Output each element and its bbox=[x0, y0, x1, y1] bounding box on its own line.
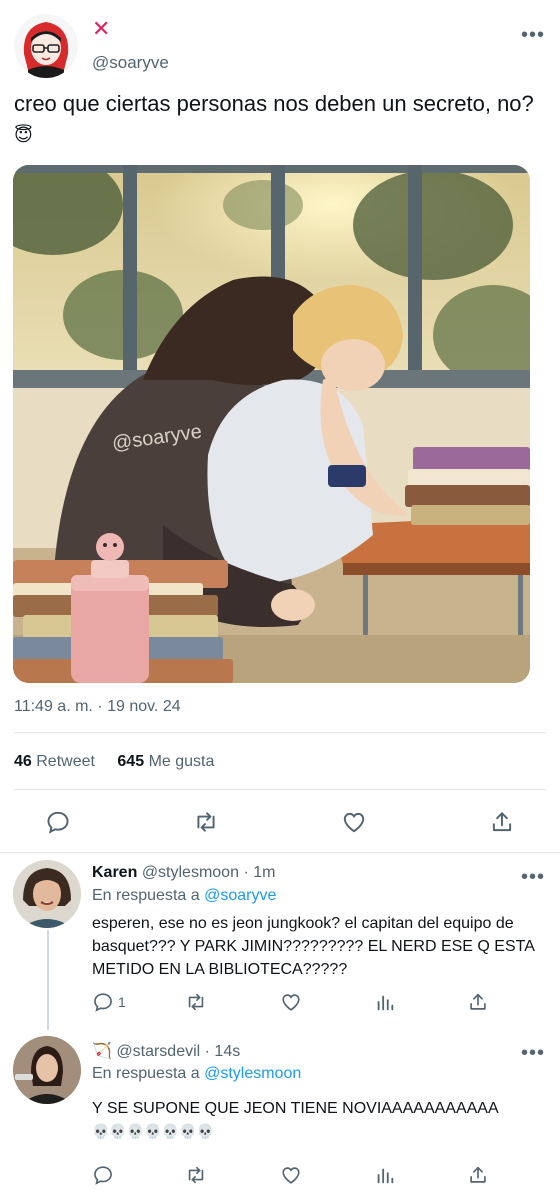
like-label: Me gusta bbox=[148, 753, 215, 770]
reply-to-handle[interactable]: @soaryve bbox=[204, 887, 276, 904]
reply-text: esperen, ese no es jeon jungkook? el cap… bbox=[92, 915, 535, 978]
reply-display-name[interactable]: Karen bbox=[92, 864, 137, 881]
like-stat[interactable]: 645 Me gusta bbox=[117, 753, 214, 770]
like-count: 645 bbox=[117, 753, 145, 770]
author-handle[interactable]: @soaryve bbox=[92, 53, 169, 73]
retweet-icon[interactable] bbox=[184, 991, 208, 1013]
reply-avatar[interactable] bbox=[13, 860, 81, 928]
skull-emoji-row: 💀💀💀💀💀💀💀 bbox=[92, 1123, 215, 1139]
reply-count: 1 bbox=[118, 994, 126, 1010]
analytics-icon[interactable] bbox=[374, 991, 396, 1013]
reply-prefix: En respuesta a bbox=[92, 1065, 200, 1082]
tweet-stats: 46 Retweet 645 Me gusta bbox=[14, 753, 232, 771]
more-options-icon[interactable]: ••• bbox=[521, 25, 545, 45]
author-avatar[interactable] bbox=[14, 14, 78, 78]
share-icon[interactable] bbox=[467, 1164, 489, 1186]
close-mark-icon: ✕ bbox=[92, 16, 111, 41]
retweet-count: 46 bbox=[14, 753, 32, 770]
retweet-label: Retweet bbox=[36, 753, 95, 770]
reply-handle[interactable]: @stylesmoon bbox=[142, 864, 239, 881]
reply-text: Y SE SUPONE QUE JEON TIENE NOVIAAAAAAAAA… bbox=[92, 1097, 547, 1143]
reply-to-handle[interactable]: @stylesmoon bbox=[204, 1065, 301, 1082]
reply-time[interactable]: · 14s bbox=[205, 1043, 241, 1060]
thread-line bbox=[47, 930, 49, 1030]
share-icon[interactable] bbox=[486, 806, 518, 838]
tweet-body: creo que ciertas personas nos deben un s… bbox=[14, 91, 534, 116]
heart-icon[interactable] bbox=[280, 1164, 302, 1186]
reply-icon[interactable] bbox=[42, 806, 74, 838]
divider bbox=[0, 852, 560, 853]
reply-header: Karen @stylesmoon · 1m bbox=[92, 864, 275, 882]
reply-icon bbox=[94, 993, 112, 1012]
bow-arrow-emoji[interactable]: 🏹 bbox=[92, 1043, 112, 1060]
retweet-icon[interactable] bbox=[190, 806, 222, 838]
reply-context: En respuesta a @stylesmoon bbox=[92, 1065, 301, 1083]
share-icon[interactable] bbox=[467, 991, 489, 1013]
reply-icon[interactable] bbox=[92, 1164, 114, 1186]
reply-prefix: En respuesta a bbox=[92, 887, 200, 904]
divider bbox=[14, 732, 546, 733]
reply-header: 🏹 @starsdevil · 14s bbox=[92, 1041, 240, 1061]
heart-icon[interactable] bbox=[338, 806, 370, 838]
retweet-icon[interactable] bbox=[184, 1164, 208, 1186]
tweet-timestamp[interactable]: 11:49 a. m. · 19 nov. 24 bbox=[14, 698, 181, 716]
more-options-icon[interactable]: ••• bbox=[521, 867, 545, 887]
divider bbox=[14, 789, 546, 790]
reply-context: En respuesta a @soaryve bbox=[92, 887, 276, 905]
reply-action[interactable]: 1 bbox=[92, 991, 126, 1013]
analytics-icon[interactable] bbox=[374, 1164, 396, 1186]
reply-time[interactable]: · 1m bbox=[243, 864, 275, 881]
more-options-icon[interactable]: ••• bbox=[521, 1043, 545, 1063]
reply-handle[interactable]: @starsdevil bbox=[116, 1043, 200, 1060]
angel-emoji: 😇 bbox=[14, 125, 33, 145]
retweet-stat[interactable]: 46 Retweet bbox=[14, 753, 99, 770]
reply-avatar[interactable] bbox=[13, 1036, 81, 1104]
tweet-media-image[interactable]: @soaryve bbox=[13, 165, 530, 683]
tweet-text: creo que ciertas personas nos deben un s… bbox=[14, 89, 544, 150]
reply-body: Y SE SUPONE QUE JEON TIENE NOVIAAAAAAAAA… bbox=[92, 1100, 498, 1117]
heart-icon[interactable] bbox=[280, 991, 302, 1013]
